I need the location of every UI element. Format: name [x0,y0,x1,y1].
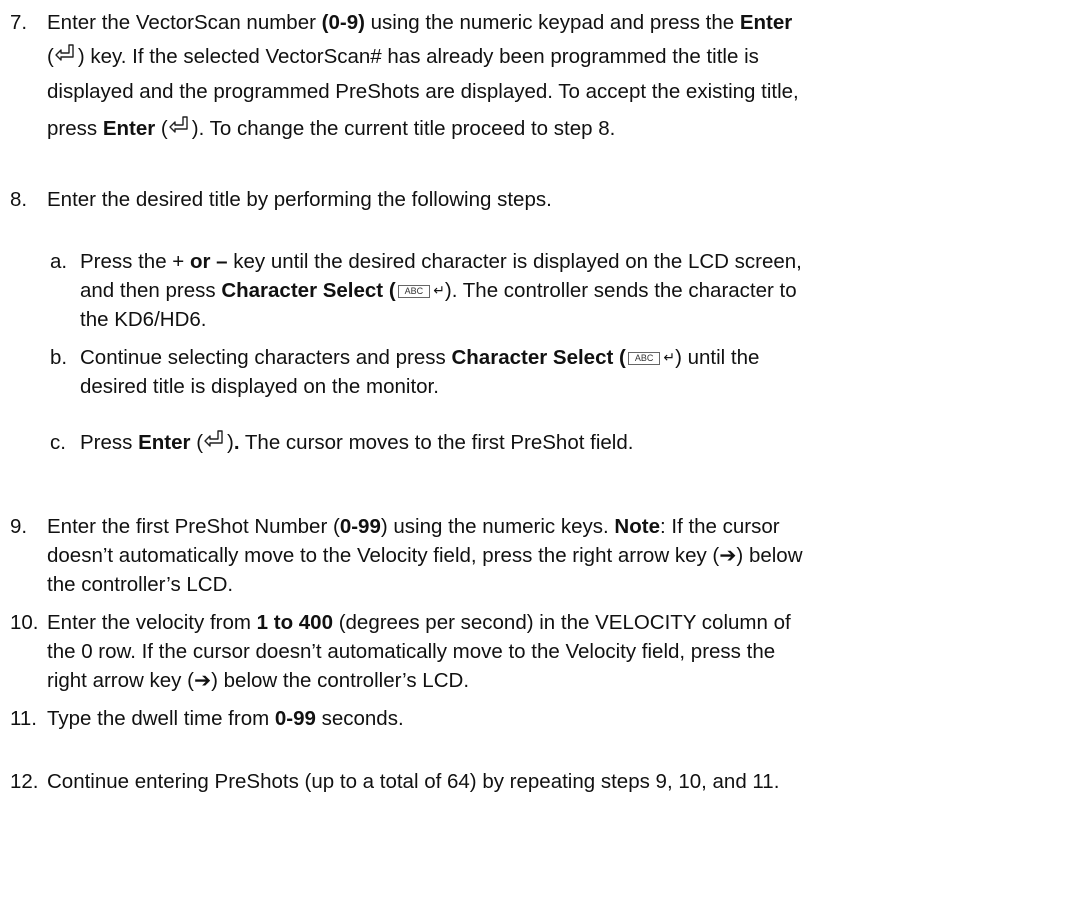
enter-key-icon [204,430,223,447]
bold-text-run: 0-99 [274,707,316,730]
step-text-line: Continue selecting characters and press … [80,343,1070,372]
bold-text-run: or – [189,250,228,273]
bold-text-run: (0-9) [321,11,365,34]
bold-text-run: Note [614,515,660,538]
text-run: ( [155,117,168,140]
step-number: 10. [10,611,39,634]
text-run: desired title is displayed on the monito… [80,375,439,398]
step-text-line: the controller’s LCD. [47,570,1070,599]
bold-text-run: 0-99 [339,515,381,538]
text-run: Enter the velocity from [47,611,257,634]
text-run: Continue selecting characters and press [80,346,452,369]
step-number: b. [50,346,68,369]
step-number: 12. [10,770,39,793]
step-text-line: doesn’t automatically move to the Veloci… [47,541,1070,570]
character-select-key-icon: ABC ↵ [626,346,675,369]
step-text-line: Press the + or – key until the desired c… [80,247,1070,276]
abc-key-label: ABC [397,285,431,298]
text-run: ( [47,45,54,68]
bold-text-run: Enter [739,11,793,34]
step-number: 7. [10,11,28,34]
text-run: the controller’s LCD. [47,573,234,596]
step-text-line: right arrow key (➔) below the controller… [47,666,1070,695]
step-text-line: Enter the VectorScan number (0-9) using … [47,8,1070,37]
text-run: : If the cursor [659,515,780,538]
text-run: ) key. If the selected VectorScan# has a… [77,45,759,68]
step-text-line: Enter the first PreShot Number (0-99) us… [47,512,1070,541]
step-text-line: Continue entering PreShots (up to a tota… [47,767,1070,796]
bold-text-run: Character Select ( [221,279,396,302]
text-run: The cursor moves to the first PreShot fi… [239,431,634,454]
step-text-line: the 0 row. If the cursor doesn’t automat… [47,637,1070,666]
abc-key-label: ABC [627,352,661,365]
enter-key-icon [169,116,188,133]
text-run: using the numeric keypad and press the [364,11,740,34]
step-text-line: Enter the velocity from 1 to 400 (degree… [47,608,1070,637]
step-text-line: desired title is displayed on the monito… [80,372,1070,401]
step-number: 9. [10,515,28,538]
text-run: doesn’t automatically move to the Veloci… [47,544,803,567]
bold-text-run: Enter [138,431,191,454]
text-run: Type the dwell time from [47,707,275,730]
text-run: key until the desired character is displ… [227,250,802,273]
text-run: ) using the numeric keys. [380,515,615,538]
text-run: and then press [80,279,222,302]
bold-text-run: Character Select ( [451,346,626,369]
step-number: 11. [10,707,37,730]
step-text-line: press Enter ( ). To change the current ti… [47,114,1070,143]
text-run: Press [80,431,139,454]
return-glyph-icon: ↵ [433,282,445,298]
step-number: c. [50,431,66,454]
step-text-line: the KD6/HD6. [80,305,1070,334]
text-run: ) until the [675,346,760,369]
text-run: the 0 row. If the cursor doesn’t automat… [47,640,776,663]
enter-key-icon [55,44,74,61]
text-run: ) [227,431,234,454]
text-run: Enter the desired title by performing th… [47,188,552,211]
text-run: displayed and the programmed PreShots ar… [47,80,799,103]
text-run: ( [190,431,204,454]
step-number: 8. [10,188,28,211]
text-run: Enter the VectorScan number [47,11,322,34]
text-run: seconds. [315,707,404,730]
step-text-line: displayed and the programmed PreShots ar… [47,77,1070,106]
step-text-line: ( ) key. If the selected VectorScan# has … [47,42,1070,71]
return-glyph-icon: ↵ [663,349,676,365]
text-run: Enter the first PreShot Number ( [47,515,340,538]
bold-text-run: 1 to 400 [256,611,333,634]
step-text-line: and then press Character Select (ABC ↵). … [80,276,1070,305]
step-text-line: Press Enter (). The cursor moves to the … [80,428,1070,457]
step-text-line: Enter the desired title by performing th… [47,185,1070,214]
text-run: right arrow key (➔) below the controller… [47,669,470,692]
text-run: Continue entering PreShots (up to a tota… [47,770,780,793]
text-run: (degrees per second) in the VELOCITY col… [333,611,791,634]
text-run: press [47,117,103,140]
text-run: ). The controller sends the character to [444,279,797,302]
text-run: the KD6/HD6. [80,308,207,331]
bold-text-run: Enter [102,117,156,140]
character-select-key-icon: ABC ↵ [396,279,445,302]
text-run: Press the + [80,250,190,273]
step-text-line: Type the dwell time from 0-99 seconds. [47,704,1070,733]
step-number: a. [50,250,68,273]
text-run: ). To change the current title proceed t… [191,117,616,140]
